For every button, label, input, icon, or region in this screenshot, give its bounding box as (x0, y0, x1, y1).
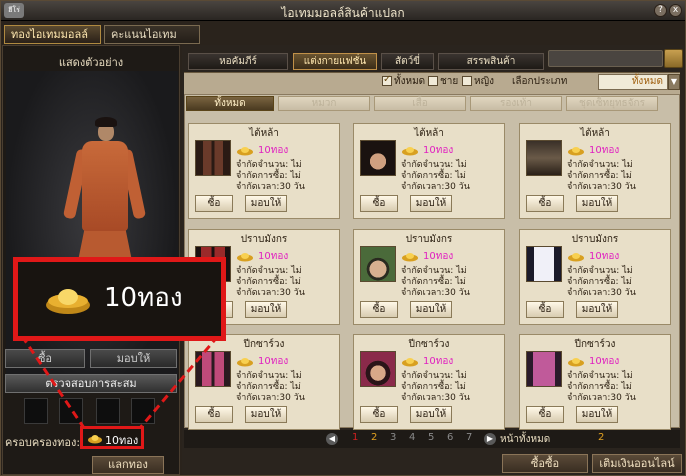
balance-zoom-callout: 10ทอง (13, 257, 226, 341)
page-number[interactable]: 3 (390, 432, 396, 443)
page-number[interactable]: 7 (466, 432, 472, 443)
buy-button[interactable]: ซื้อซื้อ (502, 454, 588, 473)
prev-page-icon[interactable]: ◀ (326, 433, 338, 445)
topup-online-button[interactable]: เติมเงินออนไลน์ (592, 454, 682, 473)
zoom-balance-value: 10ทอง (104, 283, 183, 313)
all-pages-label: หน้าทั้งหมด (500, 434, 551, 445)
page-number[interactable]: 2 (371, 432, 377, 443)
next-page-icon[interactable]: ▶ (484, 433, 496, 445)
callout-connector (20, 335, 220, 429)
page-number[interactable]: 6 (447, 432, 453, 443)
page-number[interactable]: 4 (409, 432, 415, 443)
total-pages: 2 (598, 432, 605, 443)
page-number[interactable]: 5 (428, 432, 434, 443)
gold-ingot-icon (46, 289, 90, 314)
page-number[interactable]: 1 (352, 432, 358, 443)
